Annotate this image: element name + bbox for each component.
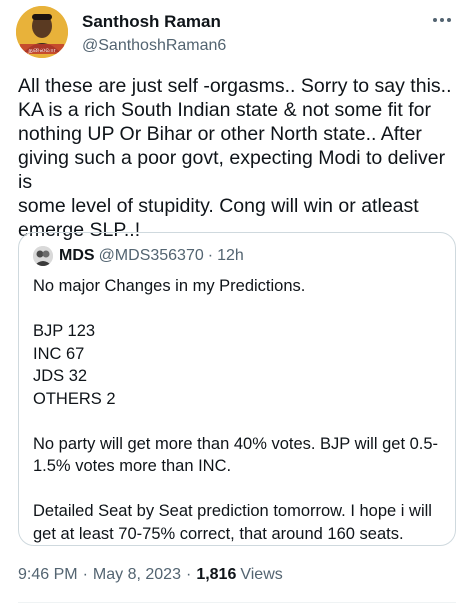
divider [18, 602, 456, 603]
quoted-author-avatar [33, 246, 53, 266]
quoted-author-name: MDS [59, 247, 95, 264]
author-display-name[interactable]: Santhosh Raman [82, 12, 226, 32]
tweet-metadata: 9:46 PM · May 8, 2023 · 1,816 Views [18, 565, 283, 585]
more-options-icon [433, 18, 451, 22]
author-info: Santhosh Raman @SanthoshRaman6 [82, 12, 226, 56]
quoted-tweet[interactable]: MDS @MDS356370 · 12h No major Changes in… [18, 232, 456, 546]
meta-separator: · [82, 566, 88, 583]
tweet: தலைவா Santhosh Raman @SanthoshRaman6 All… [0, 0, 474, 610]
quoted-tweet-header: MDS @MDS356370 · 12h [33, 245, 441, 267]
quoted-timestamp: 12h [217, 247, 244, 264]
tweet-time[interactable]: 9:46 PM [18, 565, 78, 585]
tweet-text: All these are just self -orgasms.. Sorry… [18, 75, 452, 241]
views-count: 1,816 [196, 566, 237, 583]
meta-separator-2: · [185, 566, 192, 583]
views-label: Views [240, 566, 283, 583]
quoted-tweet-text: No major Changes in my Predictions. BJP … [33, 277, 439, 543]
avatar-caption: தலைவா [28, 46, 56, 54]
quoted-separator: · [207, 247, 214, 264]
profile-photo-avatar: தலைவா [16, 6, 68, 58]
author-avatar[interactable]: தலைவா [16, 6, 68, 58]
quoted-author-handle: @MDS356370 [98, 247, 204, 264]
more-options-button[interactable] [430, 10, 454, 30]
author-handle[interactable]: @SanthoshRaman6 [82, 36, 226, 56]
tweet-date[interactable]: May 8, 2023 [93, 565, 181, 585]
quoted-avatar-icon [33, 246, 53, 266]
